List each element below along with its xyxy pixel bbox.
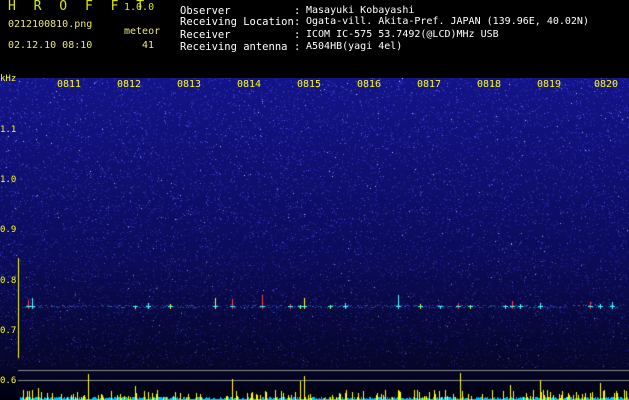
receiver-colon: : [294,29,301,41]
location-colon: : [294,16,301,28]
x-tick-0818: 0818 [477,79,502,90]
antenna-value: A504HB(yagi 4el) [306,41,403,52]
meteor-count: 41 [141,40,154,51]
header-panel: H R O F F T 1.0.0 0212100810.png meteor … [0,0,629,78]
y-tick-0-9: 0.9 [0,225,17,235]
receiver-value: ICOM IC-575 53.7492(@LCD)MHz USB [306,29,499,40]
timestamp: 02.12.10 08:10 [8,40,93,51]
y-tick-0-6: 0.6 [0,376,17,386]
x-tick-0817: 0817 [417,79,442,90]
antenna-key: Receiving antenna [180,41,288,53]
app-version: 1.0.0 [124,2,155,13]
receiver-key: Receiver [180,29,231,41]
file-name: 0212100810.png [8,19,93,30]
antenna-colon: : [294,41,301,53]
y-tick-1-1: 1.1 [0,125,17,135]
location-key: Receiving Location [180,16,294,28]
x-tick-0820: 0820 [594,79,619,90]
x-tick-0814: 0814 [237,79,262,90]
x-tick-0815: 0815 [297,79,322,90]
y-tick-0-7: 0.7 [0,326,17,336]
y-tick-1-0: 1.0 [0,175,17,185]
x-tick-0812: 0812 [117,79,142,90]
meteor-label: meteor [124,26,161,37]
y-tick-0-8: 0.8 [0,276,17,286]
x-tick-0811: 0811 [57,79,82,90]
x-tick-0819: 0819 [537,79,562,90]
spectrogram-canvas [0,78,629,400]
y-axis-unit: kHz [0,74,17,84]
x-tick-0813: 0813 [177,79,202,90]
x-tick-0816: 0816 [357,79,382,90]
location-value: Ogata-vill. Akita-Pref. JAPAN (139.96E, … [306,16,589,27]
